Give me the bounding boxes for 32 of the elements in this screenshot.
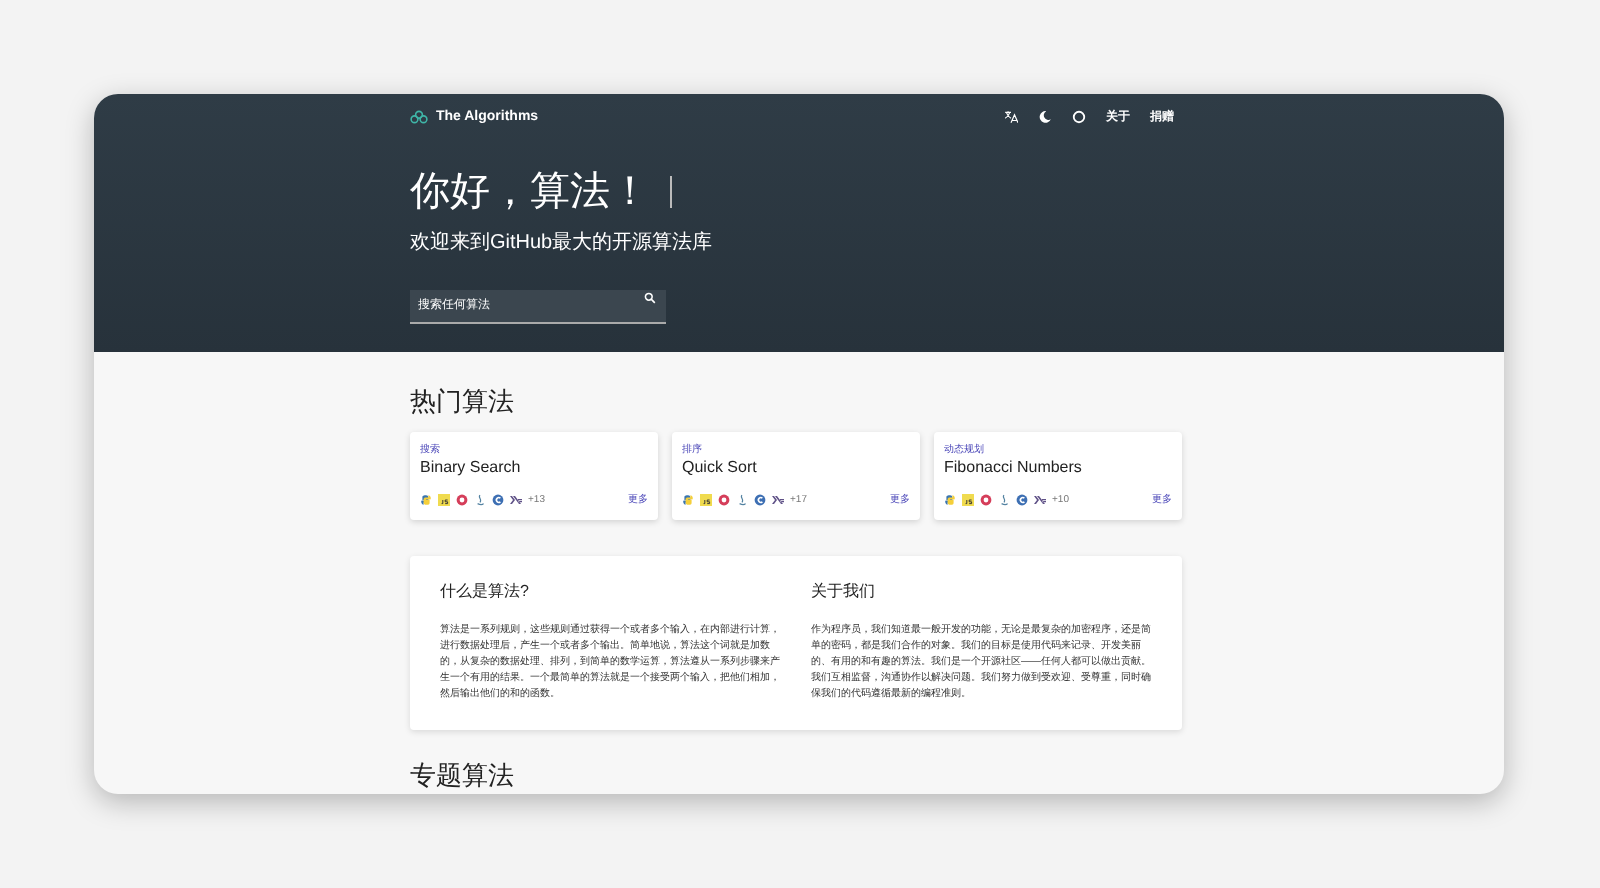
moon-icon[interactable]: [1038, 109, 1052, 123]
section-heading: 热门算法: [410, 384, 516, 420]
javascript-icon: [700, 493, 712, 505]
python-icon: [682, 493, 694, 505]
ruby-icon: [718, 493, 730, 505]
c-icon: [1016, 493, 1028, 505]
java-icon: [736, 493, 748, 505]
section-heading: 专题算法: [410, 758, 516, 794]
algorithm-name: Quick Sort: [682, 458, 759, 476]
haskell-icon: [772, 493, 784, 505]
algorithm-name: Fibonacci Numbers: [944, 458, 1084, 476]
text-cursor: [670, 175, 672, 207]
haskell-icon: [510, 493, 522, 505]
info-heading: 关于我们: [811, 580, 877, 602]
java-icon: [474, 493, 486, 505]
c-icon: [492, 493, 504, 505]
logo-icon: [410, 109, 428, 123]
java-icon: [998, 493, 1010, 505]
javascript-icon: [438, 493, 450, 505]
c-icon: [754, 493, 766, 505]
python-icon: [420, 493, 432, 505]
haskell-icon: [1034, 493, 1046, 505]
info-heading: 什么是算法?: [440, 580, 531, 602]
translate-icon[interactable]: [1004, 109, 1018, 123]
ruby-icon: [456, 493, 468, 505]
algorithm-name: Binary Search: [420, 458, 523, 476]
hero-title: 你好，算法！: [410, 164, 1182, 218]
search-icon[interactable]: [644, 292, 656, 304]
ruby-icon: [980, 493, 992, 505]
hero-subtitle: 欢迎来到GitHub最大的开源算法库: [410, 229, 715, 256]
python-icon: [944, 493, 956, 505]
javascript-icon: [962, 493, 974, 505]
